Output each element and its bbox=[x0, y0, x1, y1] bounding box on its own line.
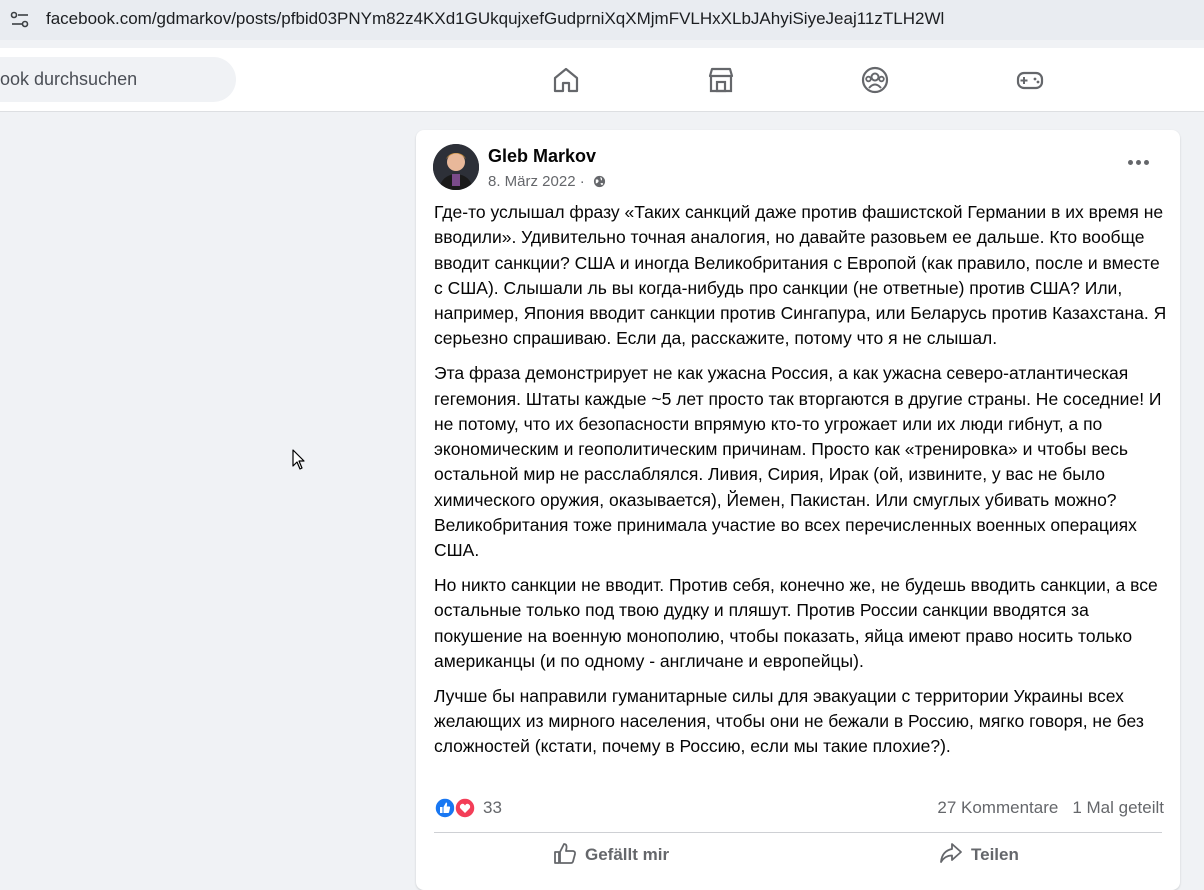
share-button[interactable]: Teilen bbox=[939, 842, 1019, 872]
search-input[interactable]: book durchsuchen bbox=[0, 57, 236, 102]
post-paragraph: Но никто санкции не вводит. Против себя,… bbox=[434, 575, 1158, 672]
globe-icon bbox=[593, 175, 605, 188]
shares-count[interactable]: 1 Mal geteilt bbox=[1072, 798, 1164, 817]
post-paragraph: Лучше бы направили гуманитарные силы для… bbox=[434, 685, 1144, 757]
post-paragraph: Где-то услышал фразу «Таких санкций даже… bbox=[434, 202, 1167, 349]
like-button[interactable]: Gefällt mir bbox=[553, 842, 669, 872]
meta-separator: · bbox=[579, 173, 585, 190]
like-label: Gefällt mir bbox=[585, 845, 670, 864]
post-author[interactable]: Gleb Markov bbox=[488, 146, 596, 167]
post-text: Где-то услышал фразу «Таких санкций даже… bbox=[434, 200, 1169, 769]
like-reaction-icon bbox=[434, 797, 456, 819]
browser-address-bar: facebook.com/gdmarkov/posts/pfbid03PNYm8… bbox=[0, 0, 1204, 40]
gaming-icon[interactable] bbox=[1015, 65, 1045, 95]
thumbs-up-icon bbox=[554, 843, 576, 864]
post-date[interactable]: 8. März 2022 bbox=[488, 173, 576, 190]
marketplace-icon[interactable] bbox=[706, 65, 736, 95]
post-stats: 27 Kommentare 1 Mal geteilt bbox=[937, 798, 1164, 818]
facebook-top-bar: book durchsuchen bbox=[0, 48, 1204, 112]
share-icon bbox=[940, 843, 962, 863]
home-icon[interactable] bbox=[551, 65, 581, 95]
more-options-button[interactable] bbox=[1128, 152, 1156, 172]
url-text[interactable]: facebook.com/gdmarkov/posts/pfbid03PNYm8… bbox=[46, 9, 944, 29]
dot-icon bbox=[1136, 160, 1141, 165]
divider bbox=[434, 832, 1162, 833]
comments-count[interactable]: 27 Kommentare bbox=[937, 798, 1058, 817]
post-meta: 8. März 2022 · bbox=[488, 173, 606, 190]
reactions-bar: 33 27 Kommentare 1 Mal geteilt bbox=[434, 796, 1164, 820]
site-settings-icon[interactable] bbox=[10, 11, 30, 29]
avatar[interactable] bbox=[433, 144, 479, 190]
dot-icon bbox=[1128, 160, 1133, 165]
love-reaction-icon bbox=[454, 797, 476, 819]
groups-icon[interactable] bbox=[860, 65, 890, 95]
dot-icon bbox=[1144, 160, 1149, 165]
post-paragraph: Эта фраза демонстрирует не как ужасна Ро… bbox=[434, 363, 1162, 561]
mouse-cursor-icon bbox=[292, 449, 305, 470]
post-card: Gleb Markov 8. März 2022 · Где-то услыша… bbox=[416, 130, 1180, 890]
search-placeholder: book durchsuchen bbox=[0, 69, 138, 89]
reaction-icons[interactable] bbox=[434, 797, 478, 819]
url-field[interactable]: facebook.com/gdmarkov/posts/pfbid03PNYm8… bbox=[0, 0, 1204, 40]
reaction-count[interactable]: 33 bbox=[483, 798, 502, 818]
share-label: Teilen bbox=[971, 845, 1019, 864]
